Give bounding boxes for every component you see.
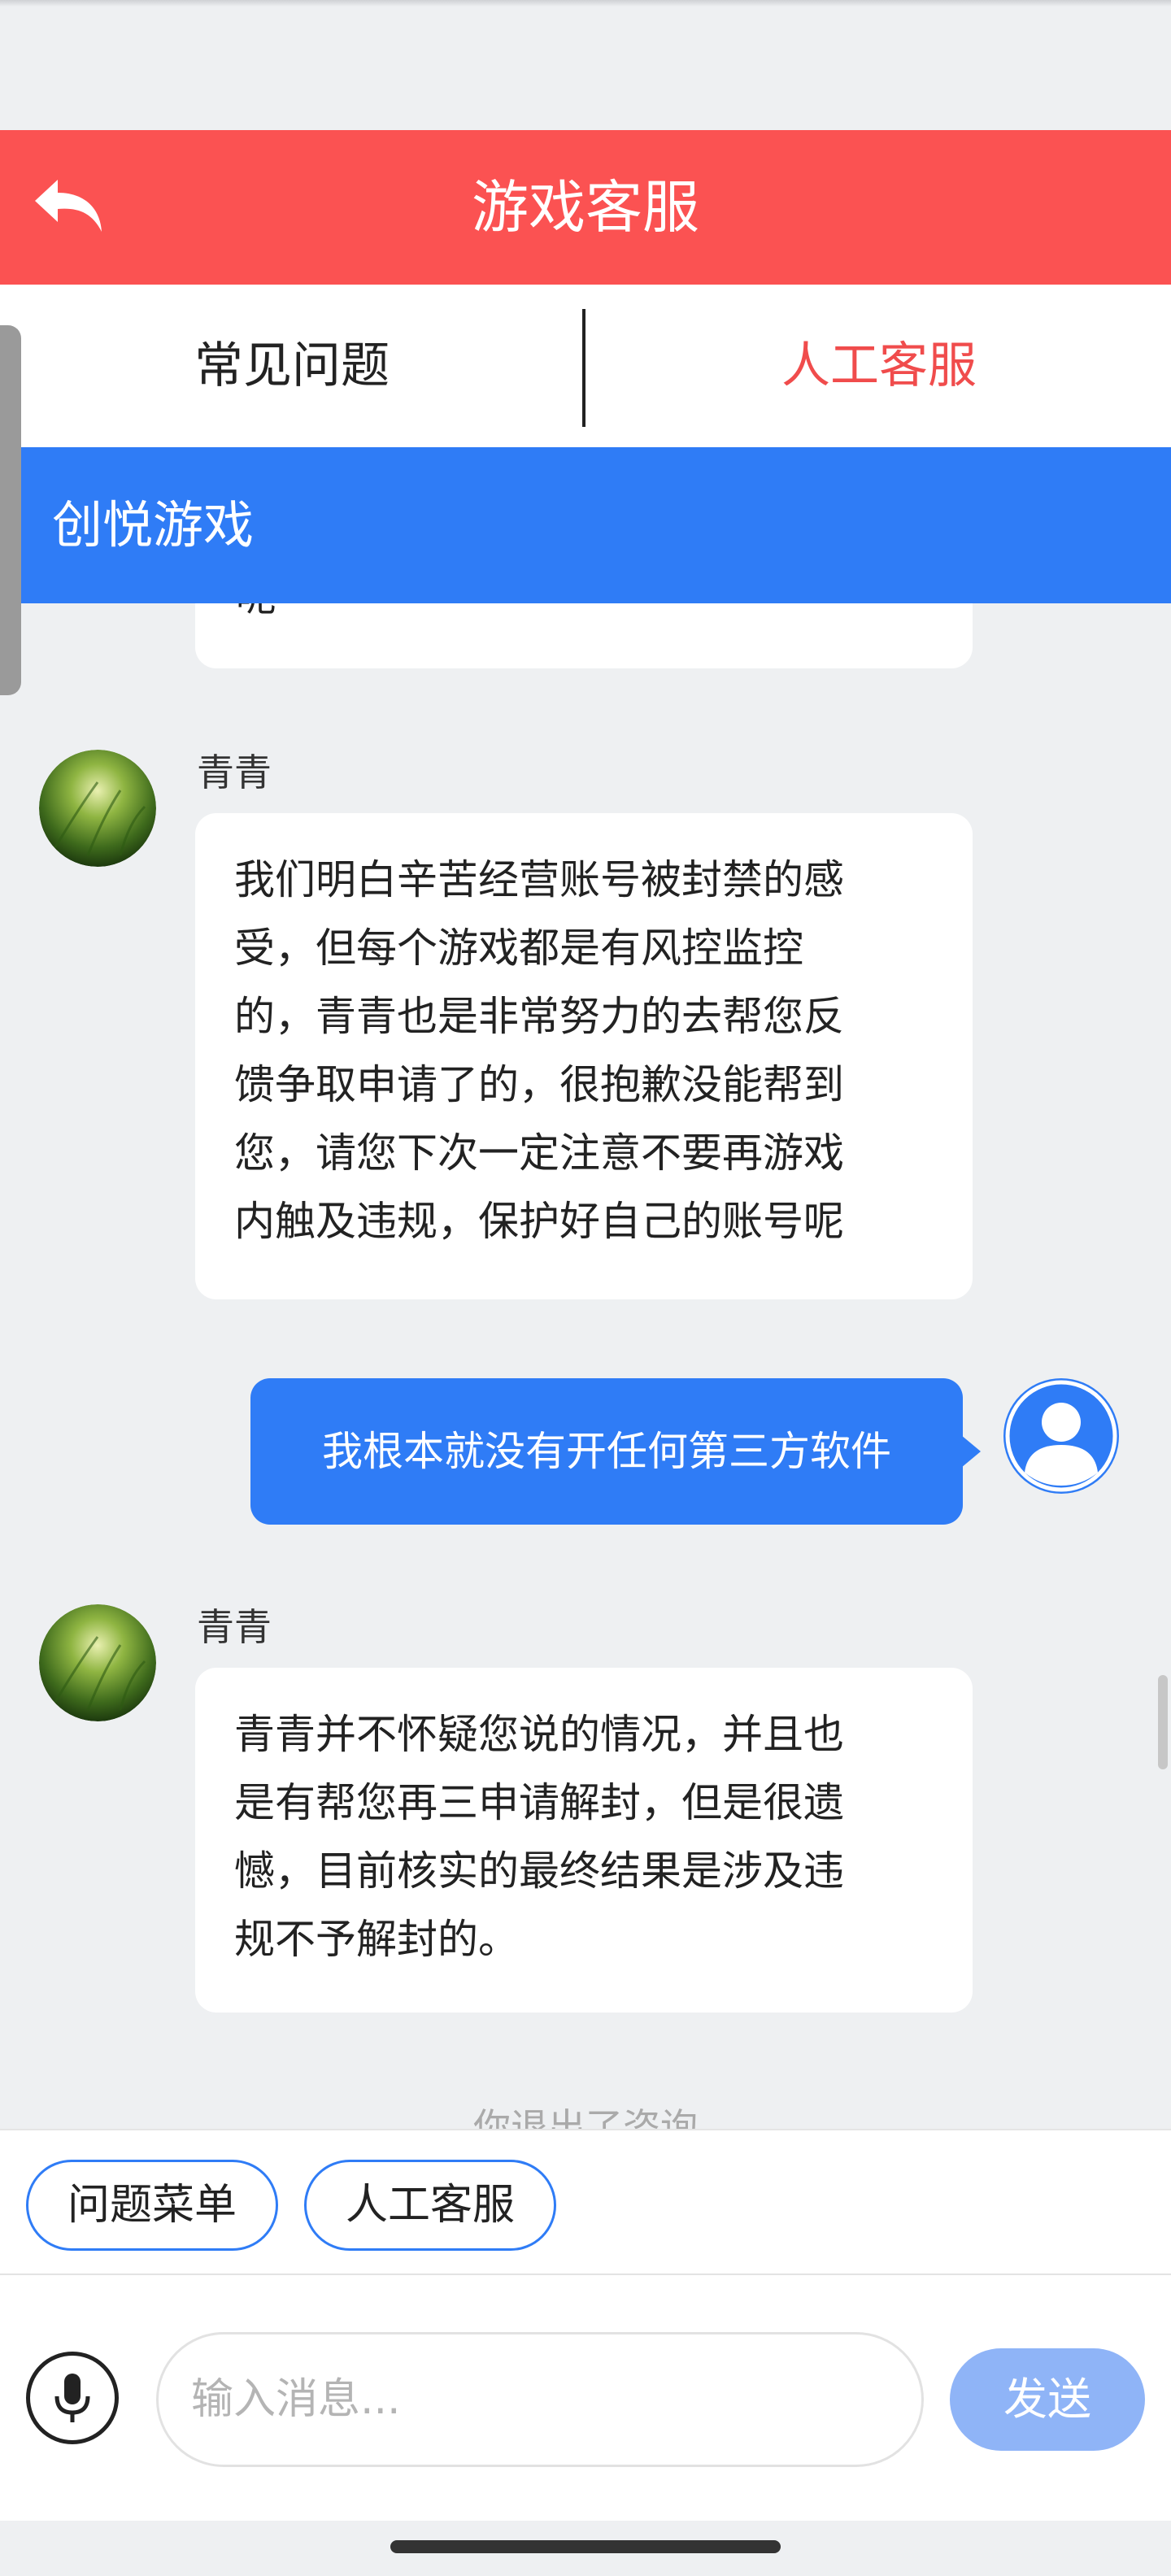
home-indicator[interactable] (390, 2540, 781, 2553)
human-service-button[interactable]: 人工客服 (304, 2160, 556, 2251)
user-message-bubble: 我根本就没有开任何第三方软件 (250, 1378, 981, 1525)
message-text: 我们明白辛苦经营账号被封禁的感 受，但每个游戏都是有风控监控 的，青青也是非常努… (234, 856, 844, 1245)
microphone-icon[interactable] (26, 2352, 119, 2444)
agent-avatar[interactable] (39, 1604, 156, 1721)
message-bubble: 我们明白辛苦经营账号被封禁的感 受，但每个游戏都是有风控监控 的，青青也是非常努… (195, 813, 973, 1299)
message-text: 青青并不怀疑您说的情况，并且也 是有帮您再三申请解封，但是很遗 憾，目前核实的最… (234, 1711, 844, 1963)
app-header: 游戏客服 (0, 130, 1171, 285)
send-button[interactable]: 发送 (950, 2348, 1145, 2451)
composer: 发送 (0, 2275, 1171, 2521)
tab-divider (582, 309, 586, 427)
question-menu-button[interactable]: 问题菜单 (26, 2160, 278, 2251)
chat-screen: 游戏客服 常见问题 人工客服 创悦游戏 呢 (0, 0, 1171, 2576)
message-text: 我根本就没有开任何第三方软件 (322, 1428, 891, 1475)
message-bubble-partial: 呢 (195, 603, 973, 668)
status-area (0, 0, 1171, 130)
chat-list[interactable]: 呢 青青 我们明白辛苦经营账号被封禁的感 受，但每个游戏都是有风控监控 的，青青… (0, 603, 1171, 2129)
message-text: 呢 (236, 603, 276, 631)
tab-human-service[interactable]: 人工客服 (587, 285, 1171, 447)
system-message: 你退出了咨询 (473, 2105, 698, 2129)
sender-name: 青青 (197, 751, 272, 794)
quick-actions: 问题菜单 人工客服 (0, 2129, 1171, 2275)
message-input[interactable] (156, 2332, 924, 2467)
sender-name: 青青 (197, 1605, 272, 1649)
page-title: 游戏客服 (472, 174, 699, 241)
side-drawer-handle[interactable] (0, 325, 21, 695)
tab-faq[interactable]: 常见问题 (0, 285, 584, 447)
agent-avatar[interactable] (39, 750, 156, 867)
scrollbar-thumb[interactable] (1158, 1675, 1168, 1769)
brand-bar: 创悦游戏 (0, 447, 1171, 603)
home-bar (0, 2521, 1171, 2576)
user-avatar-icon[interactable] (1003, 1378, 1119, 1494)
brand-name: 创悦游戏 (52, 495, 255, 555)
tab-bar: 常见问题 人工客服 (0, 285, 1171, 447)
message-bubble: 青青并不怀疑您说的情况，并且也 是有帮您再三申请解封，但是很遗 憾，目前核实的最… (195, 1668, 973, 2012)
